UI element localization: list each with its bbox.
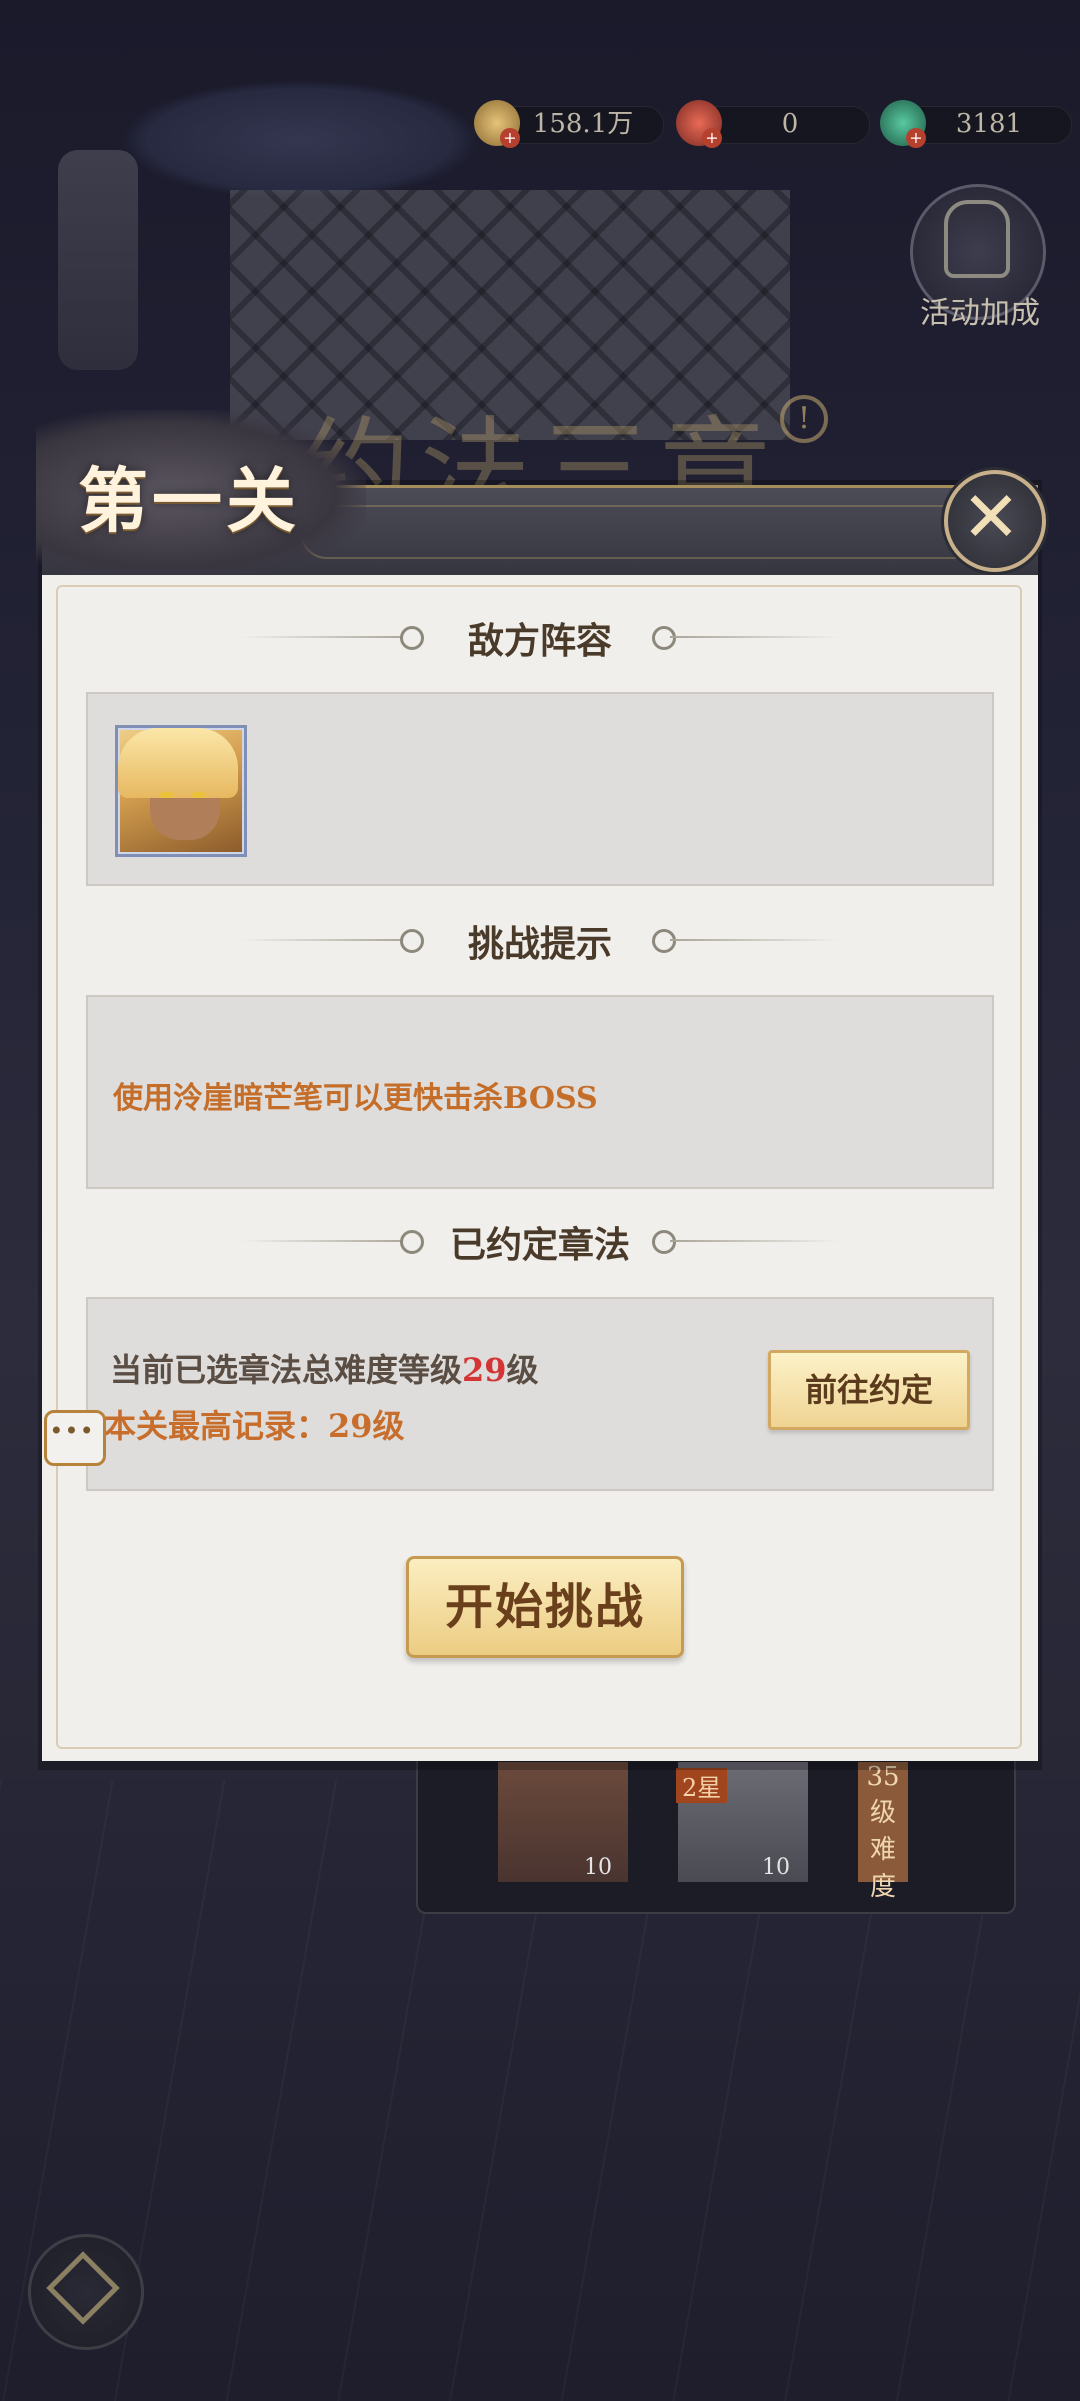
enemy-section-title: 敌方阵容 <box>467 620 612 662</box>
add-red-token-icon[interactable]: + <box>702 128 722 148</box>
goto-agreement-button[interactable]: 前往约定 <box>768 1350 970 1430</box>
divider-dot <box>652 1230 676 1254</box>
background-tree <box>120 80 480 200</box>
info-icon: ! <box>780 395 828 443</box>
add-coin-icon[interactable]: + <box>500 128 520 148</box>
law-section-title: 已约定章法 <box>449 1224 630 1266</box>
enemy-portrait-eye <box>192 792 206 798</box>
add-green-token-icon[interactable]: + <box>906 128 926 148</box>
chat-icon[interactable]: ••• <box>44 1410 100 1452</box>
currency-coin-value: 158.1万 <box>532 109 634 139</box>
hint-text: 使用泠崖暗芒笔可以更快击杀BOSS <box>113 1081 598 1116</box>
divider-dot <box>652 929 676 953</box>
close-icon[interactable]: ✕ <box>944 470 1038 564</box>
divider-right <box>670 1240 840 1242</box>
star-badge: 2星 <box>676 1768 728 1803</box>
current-difficulty-suffix: 级 <box>506 1351 539 1389</box>
divider-dot <box>652 626 676 650</box>
modal-title: 第一关 <box>78 459 300 542</box>
enemy-portrait-hair <box>118 728 238 798</box>
best-record-text: 本关最高记录：29级 <box>104 1407 405 1445</box>
enemy-portrait-eye <box>160 792 174 798</box>
currency-red-value: 0 <box>781 109 799 139</box>
current-difficulty-text: 当前已选章法总难度等级29级 <box>110 1345 539 1391</box>
background-lantern <box>58 150 138 370</box>
divider-right <box>670 939 840 941</box>
difficulty-tag: 35级难度 <box>858 1762 908 1902</box>
divider-right <box>670 636 840 638</box>
current-difficulty-level: 29 <box>462 1351 507 1389</box>
buff-icon <box>944 200 1010 278</box>
header-ornament <box>300 505 984 559</box>
currency-green-value: 3181 <box>955 109 1023 139</box>
reward-count: 10 <box>584 1855 612 1880</box>
hint-section-title: 挑战提示 <box>467 923 612 965</box>
current-difficulty-prefix: 当前已选章法总难度等级 <box>110 1351 463 1389</box>
reward-count: 10 <box>762 1855 790 1880</box>
start-challenge-button[interactable]: 开始挑战 <box>406 1556 684 1658</box>
activity-buff-label: 活动加成 <box>920 296 1040 331</box>
